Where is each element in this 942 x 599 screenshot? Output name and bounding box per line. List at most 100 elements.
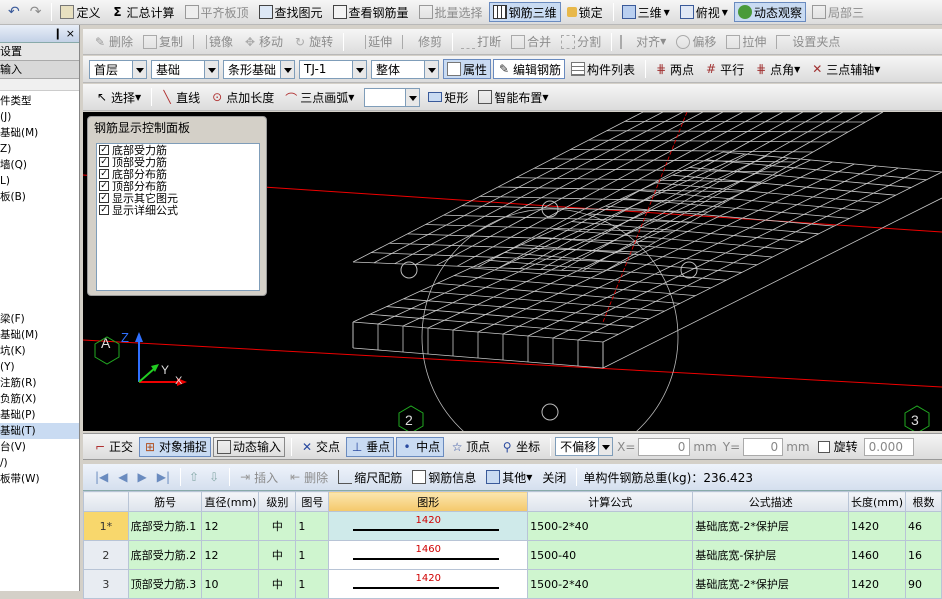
tree-item[interactable]: 件类型 bbox=[0, 93, 79, 109]
tree-item[interactable]: (J) bbox=[0, 109, 79, 125]
checkbox-option[interactable]: ✓ 显示详细公式 bbox=[97, 204, 259, 216]
cell-shape[interactable]: 1420 bbox=[328, 569, 529, 599]
delete-button[interactable]: ✎ 删除 bbox=[89, 32, 137, 52]
edit-rebar-button[interactable]: ✎ 编辑钢筋 bbox=[493, 59, 566, 79]
tree-item[interactable]: (Y) bbox=[0, 359, 79, 375]
member-list-button[interactable]: 构件列表 bbox=[567, 59, 639, 79]
cell-grade[interactable]: 中 bbox=[258, 511, 297, 541]
rebar-3d-button[interactable]: 钢筋三维 bbox=[488, 2, 561, 22]
cell-diameter[interactable]: 12 bbox=[201, 511, 260, 541]
table-row[interactable]: 1* 底部受力筋.1 12 中 1 1420 1500-2*40 基础底宽-2*… bbox=[83, 511, 942, 541]
floor-select[interactable]: 首层 bbox=[89, 59, 147, 79]
cell-length[interactable]: 1460 bbox=[847, 540, 907, 570]
scale-rebar-button[interactable]: 缩尺配筋 bbox=[334, 467, 406, 487]
checkbox-option[interactable]: ✓ 顶部受力筋 bbox=[97, 156, 259, 168]
two-point-axis-button[interactable]: ⋕ 两点 bbox=[650, 59, 698, 79]
line-button[interactable]: ╲ 直线 bbox=[156, 87, 204, 107]
cell-formula[interactable]: 1500-2*40 bbox=[527, 569, 694, 599]
tree-item[interactable]: 板(B) bbox=[0, 189, 79, 205]
delete-row-button[interactable]: ⇤ 删除 bbox=[284, 467, 332, 487]
cell-grade[interactable]: 中 bbox=[258, 569, 297, 599]
checkbox-option[interactable]: ✓ 底部分布筋 bbox=[97, 168, 259, 180]
y-input[interactable]: 0 bbox=[743, 437, 784, 456]
close-grid-button[interactable]: 关闭 bbox=[538, 467, 570, 487]
define-button[interactable]: 定义 bbox=[56, 2, 104, 22]
intersection-snap-button[interactable]: ✕ 交点 bbox=[296, 437, 344, 457]
redo-button[interactable]: ↷ bbox=[26, 2, 46, 22]
three-point-aux-button[interactable]: ✕ 三点辅轴 ▼ bbox=[806, 59, 884, 79]
input-tab[interactable]: 输入 bbox=[0, 61, 79, 79]
other-menu-button[interactable]: 其他 ▼ bbox=[482, 467, 536, 487]
offset-button[interactable]: 偏移 bbox=[672, 32, 720, 52]
cell-bar-name[interactable]: 底部受力筋.1 bbox=[127, 511, 203, 541]
cell-figure-no[interactable]: 1 bbox=[295, 540, 330, 570]
panel-pin-close-icon[interactable]: ❙ × bbox=[53, 27, 75, 40]
checkbox-option[interactable]: ✓ 显示其它图元 bbox=[97, 192, 259, 204]
copy-button[interactable]: 复制 bbox=[139, 32, 187, 52]
midpoint-snap-button[interactable]: • 中点 bbox=[396, 436, 445, 457]
cell-diameter[interactable]: 10 bbox=[201, 569, 260, 599]
cell-diameter[interactable]: 12 bbox=[201, 540, 260, 570]
category-select[interactable]: 基础 bbox=[151, 59, 219, 79]
three-point-arc-button[interactable]: ⌒ 三点画弧 ▼ bbox=[280, 87, 358, 107]
cell-bar-name[interactable]: 顶部受力筋.3 bbox=[127, 569, 203, 599]
lock-button[interactable]: 锁定 bbox=[563, 2, 607, 22]
point-length-button[interactable]: ⊙ 点加长度 bbox=[206, 87, 278, 107]
move-up-button[interactable]: ⇧ bbox=[185, 467, 203, 487]
rectangle-button[interactable]: 矩形 bbox=[424, 87, 472, 107]
checkbox-icon[interactable]: ✓ bbox=[99, 157, 109, 167]
checkbox-option[interactable]: ✓ 底部受力筋 bbox=[97, 144, 259, 156]
rebar-info-button[interactable]: 钢筋信息 bbox=[408, 467, 480, 487]
checkbox-icon[interactable]: ✓ bbox=[99, 205, 109, 215]
undo-button[interactable]: ↶ bbox=[4, 2, 24, 22]
view-rebar-qty-button[interactable]: 查看钢筋量 bbox=[329, 2, 413, 22]
table-row[interactable]: 3 顶部受力筋.3 10 中 1 1420 1500-2*40 基础底宽-2*保… bbox=[83, 569, 942, 599]
tree-item[interactable]: 基础(M) bbox=[0, 125, 79, 141]
align-button[interactable]: 对齐 ▼ bbox=[616, 32, 670, 52]
coordinate-snap-button[interactable]: ⚲ 坐标 bbox=[496, 437, 544, 457]
table-row[interactable]: 2 底部受力筋.2 12 中 1 1460 1500-40 基础底宽-保护层 1… bbox=[83, 540, 942, 570]
element-select[interactable]: TJ-1 bbox=[299, 59, 367, 79]
break-button[interactable]: 打断 bbox=[457, 32, 505, 52]
calculate-button[interactable]: Σ 汇总计算 bbox=[106, 2, 178, 22]
cell-shape[interactable]: 1460 bbox=[328, 540, 529, 570]
tree-item[interactable]: 基础(P) bbox=[0, 407, 79, 423]
scope-select[interactable]: 整体 bbox=[371, 59, 439, 79]
dynamic-observe-button[interactable]: 动态观察 bbox=[733, 2, 806, 22]
settings-tab[interactable]: 设置 bbox=[0, 43, 79, 61]
object-snap-button[interactable]: ⊞ 对象捕捉 bbox=[139, 436, 212, 457]
arc-value-select[interactable] bbox=[364, 87, 421, 107]
cell-figure-no[interactable]: 1 bbox=[295, 569, 330, 599]
move-button[interactable]: ✥ 移动 bbox=[239, 32, 287, 52]
cell-shape[interactable]: 1420 bbox=[328, 511, 529, 541]
local-3d-button[interactable]: 局部三 bbox=[808, 2, 868, 22]
rotate-input[interactable]: 0.000 bbox=[863, 437, 914, 456]
checkbox-icon[interactable]: ✓ bbox=[99, 169, 109, 179]
tree-item-selected[interactable]: 基础(T) bbox=[0, 423, 79, 439]
view-mode-dropdown[interactable]: 三维 ▼ bbox=[618, 2, 674, 22]
cell-count[interactable]: 46 bbox=[905, 511, 942, 541]
find-element-button[interactable]: 查找图元 bbox=[255, 2, 327, 22]
rotate-button[interactable]: ↻ 旋转 bbox=[289, 32, 337, 52]
set-grip-button[interactable]: 设置夹点 bbox=[772, 32, 844, 52]
checkbox-option[interactable]: ✓ 顶部分布筋 bbox=[97, 180, 259, 192]
type-select[interactable]: 条形基础 bbox=[223, 59, 295, 79]
checkbox-icon[interactable]: ✓ bbox=[99, 193, 109, 203]
cell-grade[interactable]: 中 bbox=[258, 540, 297, 570]
tree-item[interactable]: 负筋(X) bbox=[0, 391, 79, 407]
checkbox-icon[interactable]: ✓ bbox=[99, 145, 109, 155]
move-down-button[interactable]: ⇩ bbox=[205, 467, 223, 487]
view-direction-dropdown[interactable]: 俯视 ▼ bbox=[676, 2, 732, 22]
offset-select[interactable]: 不偏移 bbox=[555, 437, 614, 456]
cell-bar-name[interactable]: 底部受力筋.2 bbox=[127, 540, 203, 570]
rotate-checkbox[interactable] bbox=[817, 440, 830, 453]
extend-button[interactable]: 延伸 bbox=[348, 32, 396, 52]
perpendicular-snap-button[interactable]: ⊥ 垂点 bbox=[346, 436, 395, 457]
smart-layout-button[interactable]: 智能布置 ▼ bbox=[474, 87, 552, 107]
tree-item[interactable]: 梁(F) bbox=[0, 311, 79, 327]
vertex-snap-button[interactable]: ☆ 顶点 bbox=[446, 437, 494, 457]
point-angle-button[interactable]: ⋕ 点角 ▼ bbox=[750, 59, 804, 79]
tree-item[interactable]: 基础(M) bbox=[0, 327, 79, 343]
stretch-button[interactable]: 拉伸 bbox=[722, 32, 770, 52]
cell-length[interactable]: 1420 bbox=[847, 569, 907, 599]
